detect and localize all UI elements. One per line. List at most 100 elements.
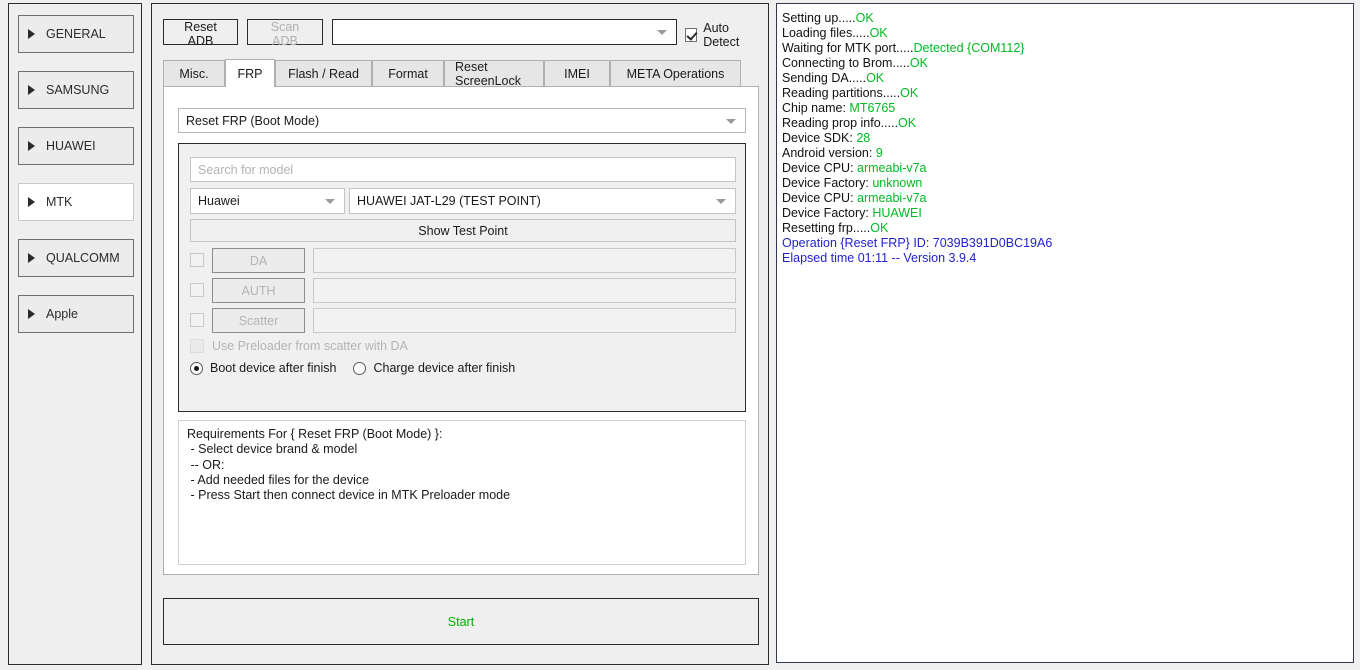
- sidebar: GENERAL SAMSUNG HUAWEI MTK QUALCOMM Apple: [8, 3, 142, 665]
- log-segment: 28: [856, 131, 871, 145]
- log-segment: OK: [898, 116, 917, 130]
- log-line: Resetting frp.....OK: [782, 221, 1353, 236]
- log-line: Device CPU: armeabi-v7a: [782, 161, 1353, 176]
- tab-label: Flash / Read: [288, 67, 359, 81]
- log-line: Reading prop info.....OK: [782, 116, 1353, 131]
- log-segment: OK: [909, 56, 928, 70]
- adb-toolbar: Reset ADB Scan ADB Auto Detect: [163, 19, 759, 49]
- log-segment: Loading files.....: [782, 26, 870, 40]
- log-line: Sending DA.....OK: [782, 71, 1353, 86]
- log-segment: Device Factory:: [782, 176, 873, 190]
- triangle-right-icon: [28, 253, 35, 263]
- sidebar-item-label: Apple: [46, 307, 78, 321]
- auto-detect-checkbox[interactable]: Auto Detect: [685, 21, 759, 49]
- tab-label: Misc.: [179, 67, 209, 81]
- chevron-down-icon: [716, 199, 726, 204]
- log-line: Device CPU: armeabi-v7a: [782, 191, 1353, 206]
- auth-browse-button[interactable]: AUTH: [212, 278, 305, 303]
- brand-combo[interactable]: Huawei: [190, 188, 345, 214]
- charge-after-finish-label[interactable]: Charge device after finish: [373, 361, 515, 375]
- tab-reset-screenlock[interactable]: Reset ScreenLock: [444, 60, 544, 88]
- log-line: Android version: 9: [782, 146, 1353, 161]
- frp-tab-panel: Reset FRP (Boot Mode) Search for model H…: [163, 86, 759, 575]
- log-segment: Android version:: [782, 146, 876, 160]
- sidebar-item-label: QUALCOMM: [46, 251, 120, 265]
- log-line: Setting up.....OK: [782, 11, 1353, 26]
- requirements-textbox: Requirements For { Reset FRP (Boot Mode)…: [178, 420, 746, 565]
- sidebar-item-qualcomm[interactable]: QUALCOMM: [18, 239, 134, 277]
- sidebar-item-huawei[interactable]: HUAWEI: [18, 127, 134, 165]
- adb-device-combo[interactable]: [332, 19, 677, 45]
- sidebar-item-apple[interactable]: Apple: [18, 295, 134, 333]
- auth-path-input[interactable]: [313, 278, 736, 303]
- sidebar-item-mtk[interactable]: MTK: [18, 183, 134, 221]
- auth-file-row: AUTH: [190, 278, 736, 303]
- da-file-row: DA: [190, 248, 736, 273]
- log-line: Connecting to Brom.....OK: [782, 56, 1353, 71]
- chevron-down-icon: [726, 118, 736, 124]
- log-line: Reading partitions.....OK: [782, 86, 1353, 101]
- log-segment: Operation {Reset FRP} ID: 7039B391D0BC19…: [782, 236, 1053, 250]
- tab-strip: Misc. FRP Flash / Read Format Reset ScreenLo…: [163, 59, 759, 88]
- boot-after-finish-label[interactable]: Boot device after finish: [210, 361, 336, 375]
- log-segment: Waiting for MTK port.....: [782, 41, 914, 55]
- log-line: Elapsed time 01:11 -- Version 3.9.4: [782, 251, 1353, 266]
- tab-misc[interactable]: Misc.: [163, 60, 225, 87]
- tab-format[interactable]: Format: [372, 60, 444, 87]
- log-line: Device Factory: HUAWEI: [782, 206, 1353, 221]
- log-segment: Elapsed time 01:11 -- Version 3.9.4: [782, 251, 977, 265]
- scatter-checkbox[interactable]: [190, 313, 204, 327]
- log-segment: MT6765: [849, 101, 896, 115]
- log-segment: OK: [900, 86, 919, 100]
- scatter-browse-button[interactable]: Scatter: [212, 308, 305, 333]
- triangle-right-icon: [28, 309, 35, 319]
- log-segment: Detected {COM112}: [913, 41, 1025, 55]
- log-segment: Connecting to Brom.....: [782, 56, 910, 70]
- tab-imei[interactable]: IMEI: [544, 60, 610, 87]
- sidebar-item-label: HUAWEI: [46, 139, 96, 153]
- log-segment: OK: [855, 11, 874, 25]
- log-segment: OK: [870, 221, 889, 235]
- log-segment: Device SDK:: [782, 131, 857, 145]
- log-line: Device SDK: 28: [782, 131, 1353, 146]
- scatter-path-input[interactable]: [313, 308, 736, 333]
- tab-frp[interactable]: FRP: [225, 59, 275, 87]
- start-button[interactable]: Start: [163, 598, 759, 645]
- charge-after-finish-radio[interactable]: [353, 361, 367, 375]
- da-checkbox[interactable]: [190, 253, 204, 267]
- tab-meta-operations[interactable]: META Operations: [610, 60, 741, 87]
- log-segment: Reading prop info.....: [782, 116, 899, 130]
- log-segment: armeabi-v7a: [857, 161, 927, 175]
- search-model-placeholder: Search for model: [198, 162, 294, 177]
- log-segment: Sending DA.....: [782, 71, 867, 85]
- log-segment: Resetting frp.....: [782, 221, 871, 235]
- use-preloader-checkbox[interactable]: Use Preloader from scatter with DA: [190, 339, 408, 353]
- log-output-panel[interactable]: Setting up.....OK Loading files.....OK Wai…: [776, 3, 1354, 663]
- reset-adb-button[interactable]: Reset ADB: [163, 19, 238, 48]
- log-line: Device Factory: unknown: [782, 176, 1353, 191]
- tab-label: FRP: [237, 66, 263, 81]
- da-browse-button[interactable]: DA: [212, 248, 305, 273]
- log-segment: Device CPU:: [782, 161, 858, 175]
- search-model-input[interactable]: Search for model: [190, 157, 736, 182]
- use-preloader-label: Use Preloader from scatter with DA: [212, 339, 408, 353]
- tab-flash-read[interactable]: Flash / Read: [275, 60, 372, 87]
- frp-mode-value: Reset FRP (Boot Mode): [186, 113, 320, 128]
- chevron-down-icon: [657, 30, 667, 35]
- tab-label: META Operations: [626, 67, 725, 81]
- log-segment: Setting up.....: [782, 11, 856, 25]
- scan-adb-button[interactable]: Scan ADB: [247, 19, 323, 48]
- triangle-right-icon: [28, 197, 35, 207]
- da-path-input[interactable]: [313, 248, 736, 273]
- sidebar-item-samsung[interactable]: SAMSUNG: [18, 71, 134, 109]
- boot-after-finish-radio[interactable]: [190, 361, 203, 375]
- frp-mode-combo[interactable]: Reset FRP (Boot Mode): [178, 108, 746, 133]
- auth-checkbox[interactable]: [190, 283, 204, 297]
- sidebar-item-label: MTK: [46, 195, 73, 209]
- show-test-point-button[interactable]: Show Test Point: [190, 219, 736, 242]
- after-finish-radio-group: Boot device after finish Charge device a…: [190, 361, 532, 375]
- tab-label: Reset ScreenLock: [455, 60, 522, 88]
- sidebar-item-general[interactable]: GENERAL: [18, 15, 134, 53]
- model-combo[interactable]: HUAWEI JAT-L29 (TEST POINT): [349, 188, 736, 214]
- auto-detect-label: Auto Detect: [703, 21, 740, 49]
